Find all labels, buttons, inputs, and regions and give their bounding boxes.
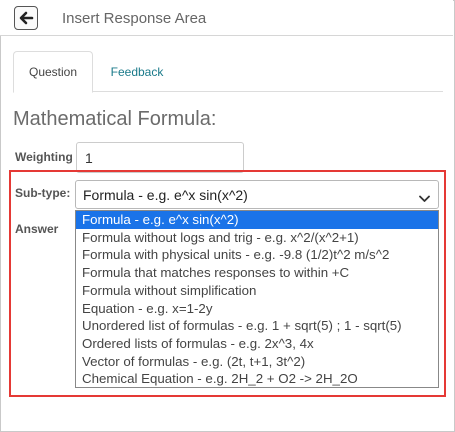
tab-question[interactable]: Question [13, 51, 93, 93]
answer-label: Answer [15, 222, 59, 236]
dropdown-option[interactable]: Vector of formulas - e.g. (2t, t+1, 3t^2… [76, 353, 438, 371]
dropdown-option[interactable]: Unordered list of formulas - e.g. 1 + sq… [76, 317, 438, 335]
section-heading: Mathematical Formula: [13, 108, 217, 130]
tab-bar: Question Feedback [13, 51, 443, 93]
back-arrow-icon [18, 10, 34, 26]
back-button[interactable] [14, 6, 38, 30]
dropdown-option[interactable]: Equation - e.g. x=1-2y [76, 300, 438, 318]
dropdown-option[interactable]: Formula without simplification [76, 282, 438, 300]
tab-feedback[interactable]: Feedback [97, 51, 177, 92]
dropdown-option[interactable]: Formula with physical units - e.g. -9.8 … [76, 246, 438, 264]
dropdown-option[interactable]: Formula - e.g. e^x sin(x^2) [76, 211, 438, 229]
weighting-input[interactable] [76, 142, 244, 173]
dropdown-option[interactable]: Formula without logs and trig - e.g. x^2… [76, 229, 438, 247]
weighting-label: Weighting [15, 150, 73, 164]
subtype-select[interactable]: Formula - e.g. e^x sin(x^2) [75, 180, 439, 209]
dialog-title-bar: Insert Response Area [0, 0, 453, 36]
dropdown-option[interactable]: Formula that matches responses to within… [76, 264, 438, 282]
dropdown-option[interactable]: Ordered lists of formulas - e.g. 2x^3, 4… [76, 335, 438, 353]
subtype-dropdown-list: Formula - e.g. e^x sin(x^2) Formula with… [75, 210, 439, 388]
subtype-selected-value: Formula - e.g. e^x sin(x^2) [83, 186, 248, 203]
chevron-down-icon [419, 190, 430, 206]
subtype-label: Sub-type: [15, 186, 71, 200]
dialog-title: Insert Response Area [62, 10, 207, 27]
dropdown-option[interactable]: Chemical Equation - e.g. 2H_2 + O2 -> 2H… [76, 370, 438, 388]
